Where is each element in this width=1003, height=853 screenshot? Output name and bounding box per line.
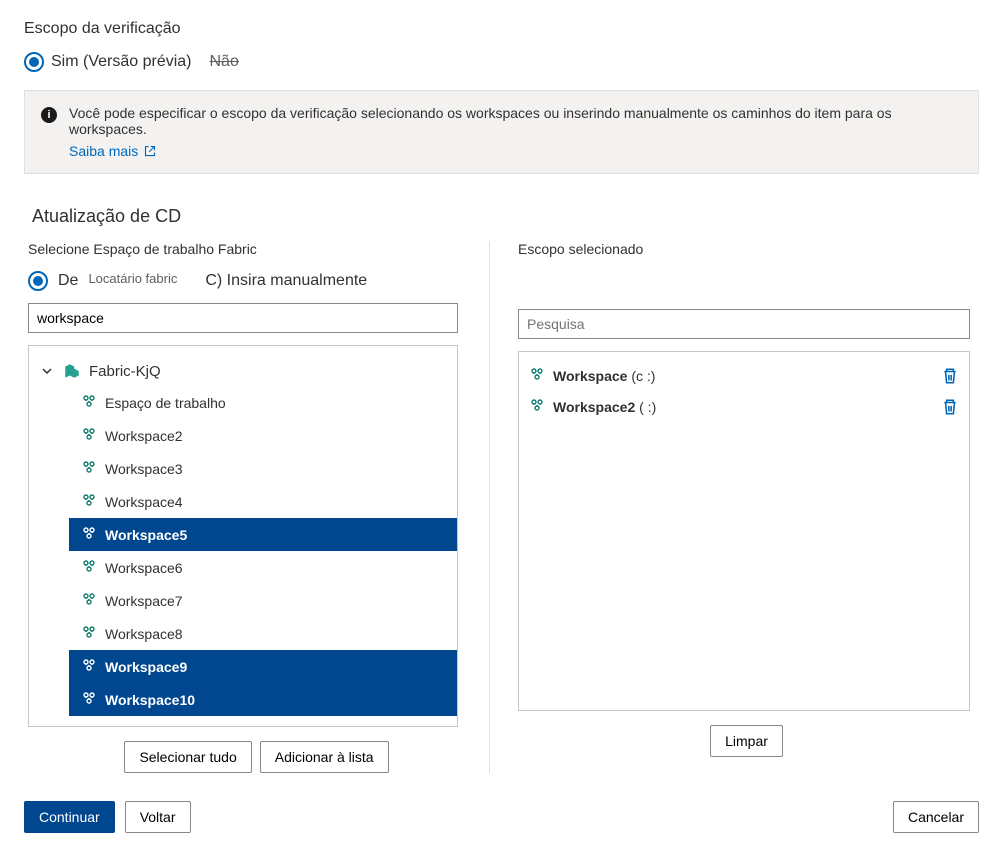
workspace-icon: [81, 690, 97, 709]
info-callout: i Você pode especificar o escopo da veri…: [24, 90, 979, 174]
cd-title: Atualização de CD: [24, 198, 979, 241]
tree-item-label: Workspace6: [105, 560, 183, 576]
continue-button[interactable]: Continuar: [24, 801, 115, 833]
tenant-label: Locatário fabric: [88, 271, 177, 286]
tree-item-label: Workspace2: [105, 428, 183, 444]
tree-item-label: Workspace7: [105, 593, 183, 609]
trash-icon[interactable]: [941, 367, 959, 385]
select-all-button[interactable]: Selecionar tudo: [124, 741, 251, 773]
workspace-icon: [81, 591, 97, 610]
workspace-icon: [81, 624, 97, 643]
tree-item-label: Workspace8: [105, 626, 183, 642]
tree-item[interactable]: Workspace6: [69, 551, 457, 584]
scope-search-input[interactable]: [518, 309, 970, 339]
clear-button[interactable]: Limpar: [710, 725, 783, 757]
workspace-icon: [81, 525, 97, 544]
workspace-icon: [81, 459, 97, 478]
radio-selected-icon: [24, 52, 44, 72]
scope-item: Workspace (c :): [519, 360, 969, 391]
tree-item-label: Workspace4: [105, 494, 183, 510]
right-column: Escopo selecionado Workspace (c :)Worksp…: [489, 241, 979, 773]
left-label: Selecione Espaço de trabalho Fabric: [28, 241, 485, 257]
radio-selected-icon[interactable]: [28, 271, 48, 291]
tree-item-label: Workspace5: [105, 527, 187, 543]
workspace-tree: Fabric-KjQ Espaço de trabalho Workspace2 W…: [28, 345, 458, 727]
right-label: Escopo selecionado: [518, 241, 975, 257]
tree-item-label: Workspace3: [105, 461, 183, 477]
chevron-down-icon: [41, 364, 55, 378]
tree-item-label: Espaço de trabalho: [105, 395, 226, 411]
learn-more-link[interactable]: Saiba mais: [69, 143, 156, 159]
add-to-list-button[interactable]: Adicionar à lista: [260, 741, 389, 773]
workspace-icon: [81, 492, 97, 511]
fabric-icon: [63, 362, 81, 380]
manual-option[interactable]: C) Insira manualmente: [205, 272, 367, 290]
tree-item-label: Workspace10: [105, 692, 195, 708]
scope-no-radio[interactable]: Não: [210, 53, 239, 71]
tree-item[interactable]: Workspace7: [69, 584, 457, 617]
tree-item[interactable]: Workspace4: [69, 485, 457, 518]
scope-yes-radio[interactable]: Sim (Versão prévia): [24, 52, 192, 72]
tree-item[interactable]: Workspace8: [69, 617, 457, 650]
tree-root[interactable]: Fabric-KjQ: [29, 356, 457, 386]
tree-item[interactable]: Workspace5: [69, 518, 457, 551]
scope-section: Escopo da verificação Sim (Versão prévia…: [24, 20, 979, 174]
workspace-icon: [81, 393, 97, 412]
cancel-button[interactable]: Cancelar: [893, 801, 979, 833]
info-icon: i: [41, 107, 57, 123]
tree-item[interactable]: Espaço de trabalho: [69, 386, 457, 419]
root-label: Fabric-KjQ: [89, 363, 161, 380]
workspace-icon: [529, 366, 545, 385]
left-column: Selecione Espaço de trabalho Fabric De L…: [24, 241, 489, 773]
scope-item-label: Workspace2 ( :): [553, 399, 933, 415]
back-button[interactable]: Voltar: [125, 801, 191, 833]
from-label: De: [58, 272, 78, 290]
tree-item[interactable]: Workspace9: [69, 650, 457, 683]
scope-title: Escopo da verificação: [24, 20, 979, 38]
workspace-icon: [81, 426, 97, 445]
tree-item[interactable]: Workspace2: [69, 419, 457, 452]
scope-item-label: Workspace (c :): [553, 368, 933, 384]
trash-icon[interactable]: [941, 398, 959, 416]
scope-radio-row: Sim (Versão prévia) Não: [24, 52, 979, 72]
learn-more-label: Saiba mais: [69, 143, 138, 159]
source-row: De Locatário fabric C) Insira manualment…: [28, 271, 485, 291]
tree-item[interactable]: Workspace3: [69, 452, 457, 485]
workspace-search-input[interactable]: [28, 303, 458, 333]
scope-list: Workspace (c :) Workspace2 ( :): [518, 351, 970, 711]
tree-item[interactable]: Workspace10: [69, 683, 457, 716]
footer: Continuar Voltar Cancelar: [24, 801, 979, 833]
info-text: Você pode especificar o escopo da verifi…: [69, 105, 962, 137]
workspace-icon: [81, 657, 97, 676]
external-link-icon: [144, 145, 156, 157]
workspace-icon: [529, 397, 545, 416]
tree-item-label: Workspace9: [105, 659, 187, 675]
workspace-icon: [81, 558, 97, 577]
scope-no-label: Não: [210, 53, 239, 71]
scope-yes-label: Sim (Versão prévia): [51, 53, 192, 71]
scope-item: Workspace2 ( :): [519, 391, 969, 422]
